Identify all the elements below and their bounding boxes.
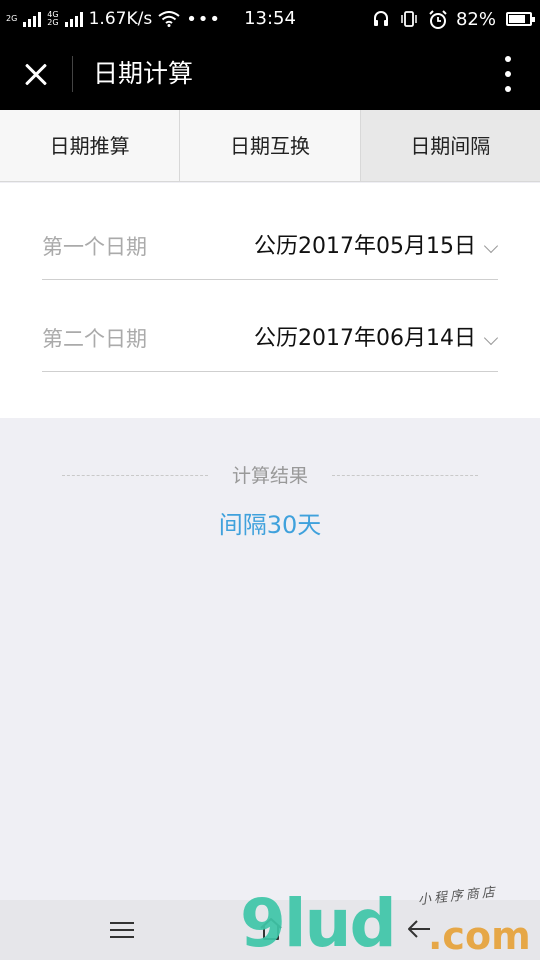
battery-icon xyxy=(506,12,535,26)
menu-icon[interactable] xyxy=(110,922,134,938)
tab-date-calculate[interactable]: 日期推算 xyxy=(0,110,181,181)
vibrate-icon xyxy=(400,10,418,28)
headset-icon xyxy=(372,10,390,28)
page-title: 日期计算 xyxy=(93,59,194,88)
more-dot-icon xyxy=(505,86,511,92)
second-date-value[interactable]: 公历2017年06月14日 xyxy=(254,279,476,372)
chevron-down-icon xyxy=(483,330,499,346)
more-dot-icon xyxy=(505,71,511,77)
first-date-picker[interactable]: 第一个日期 公历2017年05月15日 xyxy=(42,187,499,280)
date-form: 第一个日期 公历2017年05月15日 第二个日期 公历2017年06月14日 xyxy=(0,183,540,418)
second-date-label: 第二个日期 xyxy=(42,327,147,351)
result-value: 间隔30天 xyxy=(218,511,322,539)
result-heading: 计算结果 xyxy=(62,462,478,490)
second-date-picker[interactable]: 第二个日期 公历2017年06月14日 xyxy=(42,279,499,372)
title-bar: 日期计算 xyxy=(0,38,540,110)
battery-level-fill xyxy=(509,15,526,23)
result-heading-label: 计算结果 xyxy=(231,465,308,487)
first-date-label: 第一个日期 xyxy=(42,235,147,259)
tab-date-convert[interactable]: 日期互换 xyxy=(180,110,361,181)
system-nav-bar xyxy=(0,900,540,960)
alarm-icon xyxy=(428,10,447,29)
status-bar: 2G 4G 2G 1.67K/s ••• 13:54 82% xyxy=(0,0,540,38)
close-button[interactable] xyxy=(14,52,58,96)
first-date-value[interactable]: 公历2017年05月15日 xyxy=(254,187,476,280)
back-arrow-icon[interactable] xyxy=(404,916,434,942)
title-divider xyxy=(72,56,73,92)
battery-percentage: 82% xyxy=(455,8,496,30)
dashed-divider xyxy=(332,475,478,476)
more-dot-icon xyxy=(505,56,511,62)
tab-date-interval[interactable]: 日期间隔 xyxy=(360,110,540,181)
more-options-button[interactable] xyxy=(498,56,518,92)
chevron-down-icon xyxy=(483,238,499,254)
home-icon[interactable] xyxy=(258,916,284,942)
tab-bar: 日期推算 日期互换 日期间隔 xyxy=(0,110,540,182)
